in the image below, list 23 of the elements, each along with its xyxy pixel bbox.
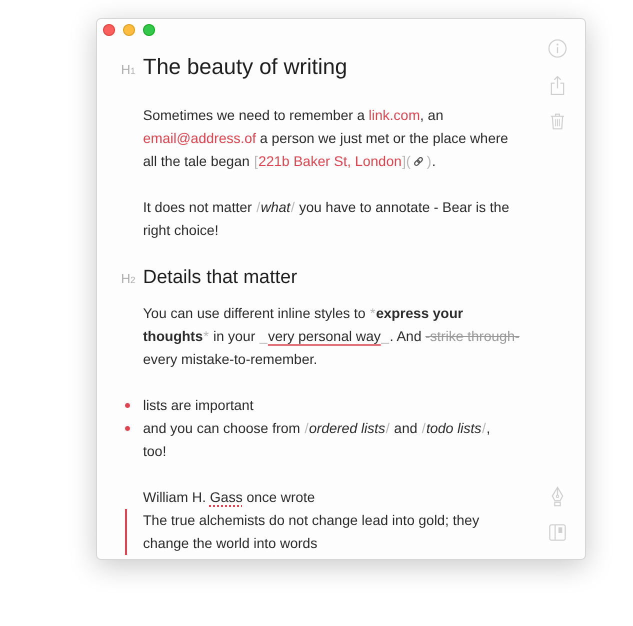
section-heading: Details that matter <box>143 266 298 290</box>
body-paragraph: You can use different inline styles to *express your thoughts* in your _very personal way_. And -strike through- every mistake-to-remember. <box>143 304 521 369</box>
pen-nib-icon[interactable] <box>550 486 564 507</box>
link-text[interactable]: email@address.of <box>143 130 256 146</box>
trash-icon[interactable] <box>550 113 564 130</box>
info-icon[interactable] <box>548 39 566 58</box>
minimize-button[interactable] <box>123 24 135 36</box>
list-item-text: lists are important <box>143 396 254 415</box>
link-text[interactable]: link.com <box>368 107 420 123</box>
share-icon[interactable] <box>550 75 564 96</box>
bullet-icon <box>125 403 130 408</box>
link-icon[interactable] <box>413 156 424 167</box>
list-item-text: and you can choose from /ordered lists/ and /todo lists/, too! <box>143 419 492 461</box>
bullet-icon <box>125 426 130 431</box>
close-button[interactable] <box>103 24 115 36</box>
body-paragraph: It does not matter /what/ you have to annotate - Bear is the right choice! <box>143 198 510 240</box>
link-text[interactable]: 221b Baker St, London <box>258 153 402 169</box>
body-paragraph: Sometimes we need to remember a link.com, an email@address.of a person we just met or the place where all the tale began [221b Baker St, London]( ). <box>143 106 510 171</box>
sidebar-icon[interactable] <box>548 524 566 541</box>
zoom-button[interactable] <box>143 24 155 36</box>
title-heading: The beauty of writing <box>143 53 348 81</box>
body-paragraph: William H. Gass once wrote <box>143 488 316 507</box>
quote-text: The true alchemists do not change lead into gold; they change the world into words <box>143 511 480 553</box>
